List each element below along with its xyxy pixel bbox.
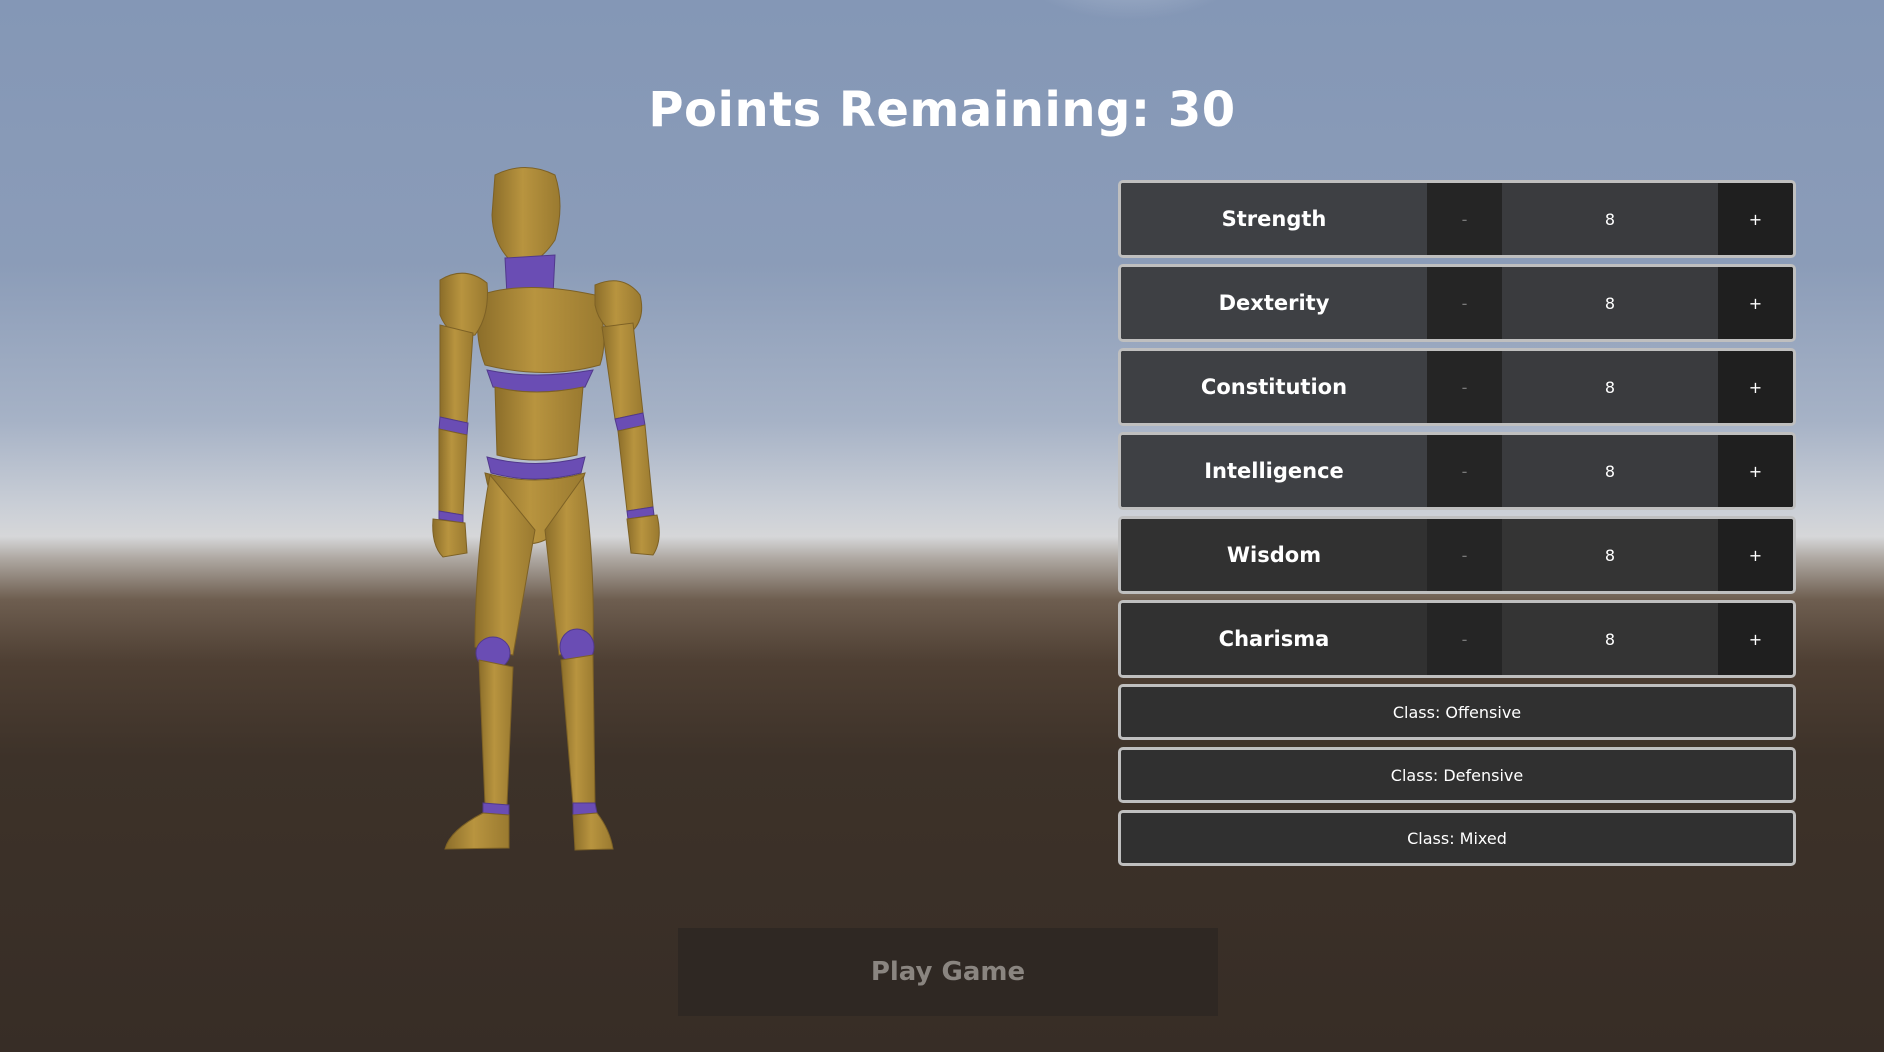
charisma-decrease-button[interactable]: - — [1427, 603, 1502, 675]
class-offensive-button[interactable]: Class: Offensive — [1118, 684, 1796, 740]
stat-row-constitution: Constitution - 8 + — [1118, 348, 1796, 426]
strength-increase-button[interactable]: + — [1718, 183, 1793, 255]
stat-row-strength: Strength - 8 + — [1118, 180, 1796, 258]
stat-label-strength: Strength — [1121, 183, 1427, 255]
play-game-button[interactable]: Play Game — [678, 928, 1218, 1016]
sky-sun-glow — [1000, 0, 1260, 20]
stat-label-constitution: Constitution — [1121, 351, 1427, 423]
constitution-value: 8 — [1502, 351, 1718, 423]
constitution-increase-button[interactable]: + — [1718, 351, 1793, 423]
dexterity-decrease-button[interactable]: - — [1427, 267, 1502, 339]
class-defensive-button[interactable]: Class: Defensive — [1118, 747, 1796, 803]
constitution-decrease-button[interactable]: - — [1427, 351, 1502, 423]
class-mixed-button[interactable]: Class: Mixed — [1118, 810, 1796, 866]
wisdom-value: 8 — [1502, 519, 1718, 591]
stat-label-wisdom: Wisdom — [1121, 519, 1427, 591]
stat-label-intelligence: Intelligence — [1121, 435, 1427, 507]
dexterity-increase-button[interactable]: + — [1718, 267, 1793, 339]
charisma-value: 8 — [1502, 603, 1718, 675]
dexterity-value: 8 — [1502, 267, 1718, 339]
intelligence-value: 8 — [1502, 435, 1718, 507]
strength-decrease-button[interactable]: - — [1427, 183, 1502, 255]
wisdom-decrease-button[interactable]: - — [1427, 519, 1502, 591]
points-remaining-title: Points Remaining: 30 — [648, 82, 1236, 138]
character-mannequin — [432, 167, 660, 851]
stat-label-charisma: Charisma — [1121, 603, 1427, 675]
stat-row-dexterity: Dexterity - 8 + — [1118, 264, 1796, 342]
stat-row-wisdom: Wisdom - 8 + — [1118, 516, 1796, 594]
stat-row-charisma: Charisma - 8 + — [1118, 600, 1796, 678]
charisma-increase-button[interactable]: + — [1718, 603, 1793, 675]
wisdom-increase-button[interactable]: + — [1718, 519, 1793, 591]
stat-row-intelligence: Intelligence - 8 + — [1118, 432, 1796, 510]
intelligence-increase-button[interactable]: + — [1718, 435, 1793, 507]
strength-value: 8 — [1502, 183, 1718, 255]
stat-label-dexterity: Dexterity — [1121, 267, 1427, 339]
intelligence-decrease-button[interactable]: - — [1427, 435, 1502, 507]
